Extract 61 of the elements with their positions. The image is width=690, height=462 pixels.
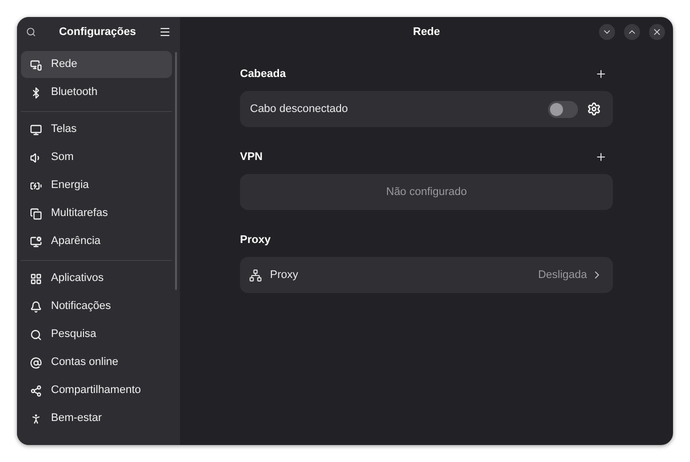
item-label: Bem-estar [51, 411, 102, 426]
windows-icon [30, 208, 42, 220]
item-label: Energia [51, 178, 89, 194]
item-label: Compartilhamento [51, 383, 141, 398]
item-label: Bluetooth [51, 85, 98, 100]
item-label: Telas [51, 122, 77, 138]
close-button[interactable] [649, 24, 665, 40]
search-button[interactable] [26, 27, 36, 37]
item-label: Pesquisa [51, 327, 96, 342]
toggle-switch[interactable] [548, 100, 578, 118]
sidebar-item[interactable]: Multitarefas [21, 200, 172, 227]
item-label: Contas online [51, 355, 118, 370]
settings-icon[interactable] [587, 102, 601, 116]
sidebar-item[interactable]: Bluetooth [21, 79, 172, 106]
maximize-button[interactable] [624, 24, 640, 40]
battery-icon [30, 180, 42, 192]
bluetooth-icon [30, 86, 42, 98]
section-heading: Proxy [240, 232, 271, 248]
sidebar-item[interactable]: Som [21, 144, 172, 171]
person-icon [30, 412, 42, 424]
sidebar-item[interactable]: Bem-estar [21, 405, 172, 432]
sidebar-item[interactable]: Aparência [21, 228, 172, 255]
add-button[interactable] [595, 68, 607, 80]
sidebar-item[interactable]: Contas online [21, 349, 172, 376]
row-value: Desligada [538, 268, 587, 283]
row-label: Proxy [270, 268, 300, 283]
settings-row[interactable]: Proxy Desligada [240, 257, 613, 293]
sidebar-item[interactable]: Rede [21, 51, 172, 78]
computer-network-icon [30, 58, 42, 70]
sidebar-item[interactable]: Pesquisa [21, 321, 172, 348]
empty-status: Não configurado [386, 184, 467, 200]
sidebar-item[interactable]: Energia [21, 172, 172, 199]
scrollbar[interactable] [175, 52, 177, 290]
item-label: Notificações [51, 299, 111, 314]
sidebar-item[interactable]: Telas [21, 116, 172, 143]
monitor-icon [30, 124, 42, 136]
row-label: Cabo desconectado [250, 102, 349, 117]
speaker-icon [30, 152, 42, 164]
search-icon [30, 328, 42, 340]
item-label: Multitarefas [51, 206, 108, 222]
section-heading: VPN [240, 150, 263, 165]
sidebar-item[interactable]: Notificações [21, 293, 172, 320]
section-heading: Cabeada [240, 66, 286, 82]
add-button[interactable] [595, 151, 607, 163]
sidebar-title: Configurações [58, 24, 136, 40]
window-title: Rede [413, 24, 440, 40]
menu-button[interactable] [158, 26, 171, 38]
network-icon [249, 268, 262, 282]
item-label: Aparência [51, 234, 101, 250]
minimize-button[interactable] [599, 24, 615, 40]
close-icon [652, 27, 662, 37]
item-label: Som [51, 150, 74, 166]
item-label: Rede [51, 57, 78, 72]
grid-icon [30, 272, 42, 284]
bell-icon [30, 300, 42, 312]
item-label: Aplicativos [51, 271, 104, 286]
sidebar-item[interactable]: Aplicativos [21, 265, 172, 292]
at-sign-icon [30, 356, 42, 368]
monitor-gear-icon [30, 236, 42, 248]
sidebar-item[interactable]: Compartilhamento [21, 377, 172, 404]
share-icon [30, 384, 42, 396]
